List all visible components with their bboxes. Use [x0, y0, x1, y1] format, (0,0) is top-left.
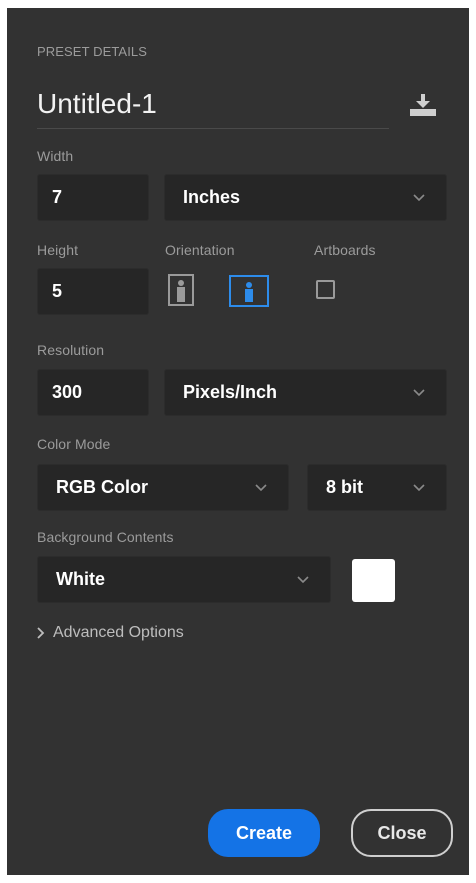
color-mode-select[interactable]: RGB Color: [37, 464, 289, 511]
chevron-down-icon: [410, 479, 428, 497]
chevron-down-icon: [410, 189, 428, 207]
close-button[interactable]: Close: [351, 809, 453, 857]
background-contents-select[interactable]: White: [37, 556, 331, 603]
resolution-unit-value: Pixels/Inch: [183, 382, 278, 402]
background-color-swatch[interactable]: [352, 559, 395, 602]
landscape-orientation-button[interactable]: [229, 275, 269, 307]
width-label: Width: [37, 148, 74, 164]
orientation-label: Orientation: [165, 242, 235, 258]
color-mode-value: RGB Color: [56, 477, 148, 497]
bit-depth-select[interactable]: 8 bit: [307, 464, 447, 511]
width-unit-value: Inches: [183, 187, 241, 207]
advanced-options-label: Advanced Options: [53, 624, 184, 641]
height-label: Height: [37, 242, 79, 258]
artboards-checkbox[interactable]: [316, 280, 335, 299]
create-button[interactable]: Create: [208, 809, 320, 857]
new-document-preset-panel: PRESET DETAILS Untitled-1 Width 7 Inches…: [7, 8, 469, 875]
width-value: 7: [52, 187, 63, 207]
resolution-label: Resolution: [37, 342, 105, 358]
chevron-down-icon: [252, 479, 270, 497]
color-mode-label: Color Mode: [37, 436, 111, 452]
background-contents-value: White: [56, 569, 105, 589]
width-unit-select[interactable]: Inches: [164, 174, 447, 221]
advanced-options-toggle[interactable]: Advanced Options: [37, 624, 184, 642]
bit-depth-value: 8 bit: [326, 477, 364, 497]
background-contents-label: Background Contents: [37, 529, 174, 545]
document-name-input[interactable]: Untitled-1: [37, 88, 157, 120]
resolution-value: 300: [52, 382, 83, 402]
save-preset-icon[interactable]: [407, 92, 439, 118]
chevron-down-icon: [410, 384, 428, 402]
height-input[interactable]: 5: [37, 268, 149, 315]
portrait-orientation-button[interactable]: [167, 273, 195, 307]
height-value: 5: [52, 281, 63, 301]
document-name-underline: [37, 128, 389, 129]
resolution-input[interactable]: 300: [37, 369, 149, 416]
preset-details-heading: PRESET DETAILS: [37, 44, 148, 59]
chevron-down-icon: [294, 571, 312, 589]
chevron-right-icon: [37, 627, 45, 639]
width-input[interactable]: 7: [37, 174, 149, 221]
artboards-label: Artboards: [314, 242, 376, 258]
resolution-unit-select[interactable]: Pixels/Inch: [164, 369, 447, 416]
